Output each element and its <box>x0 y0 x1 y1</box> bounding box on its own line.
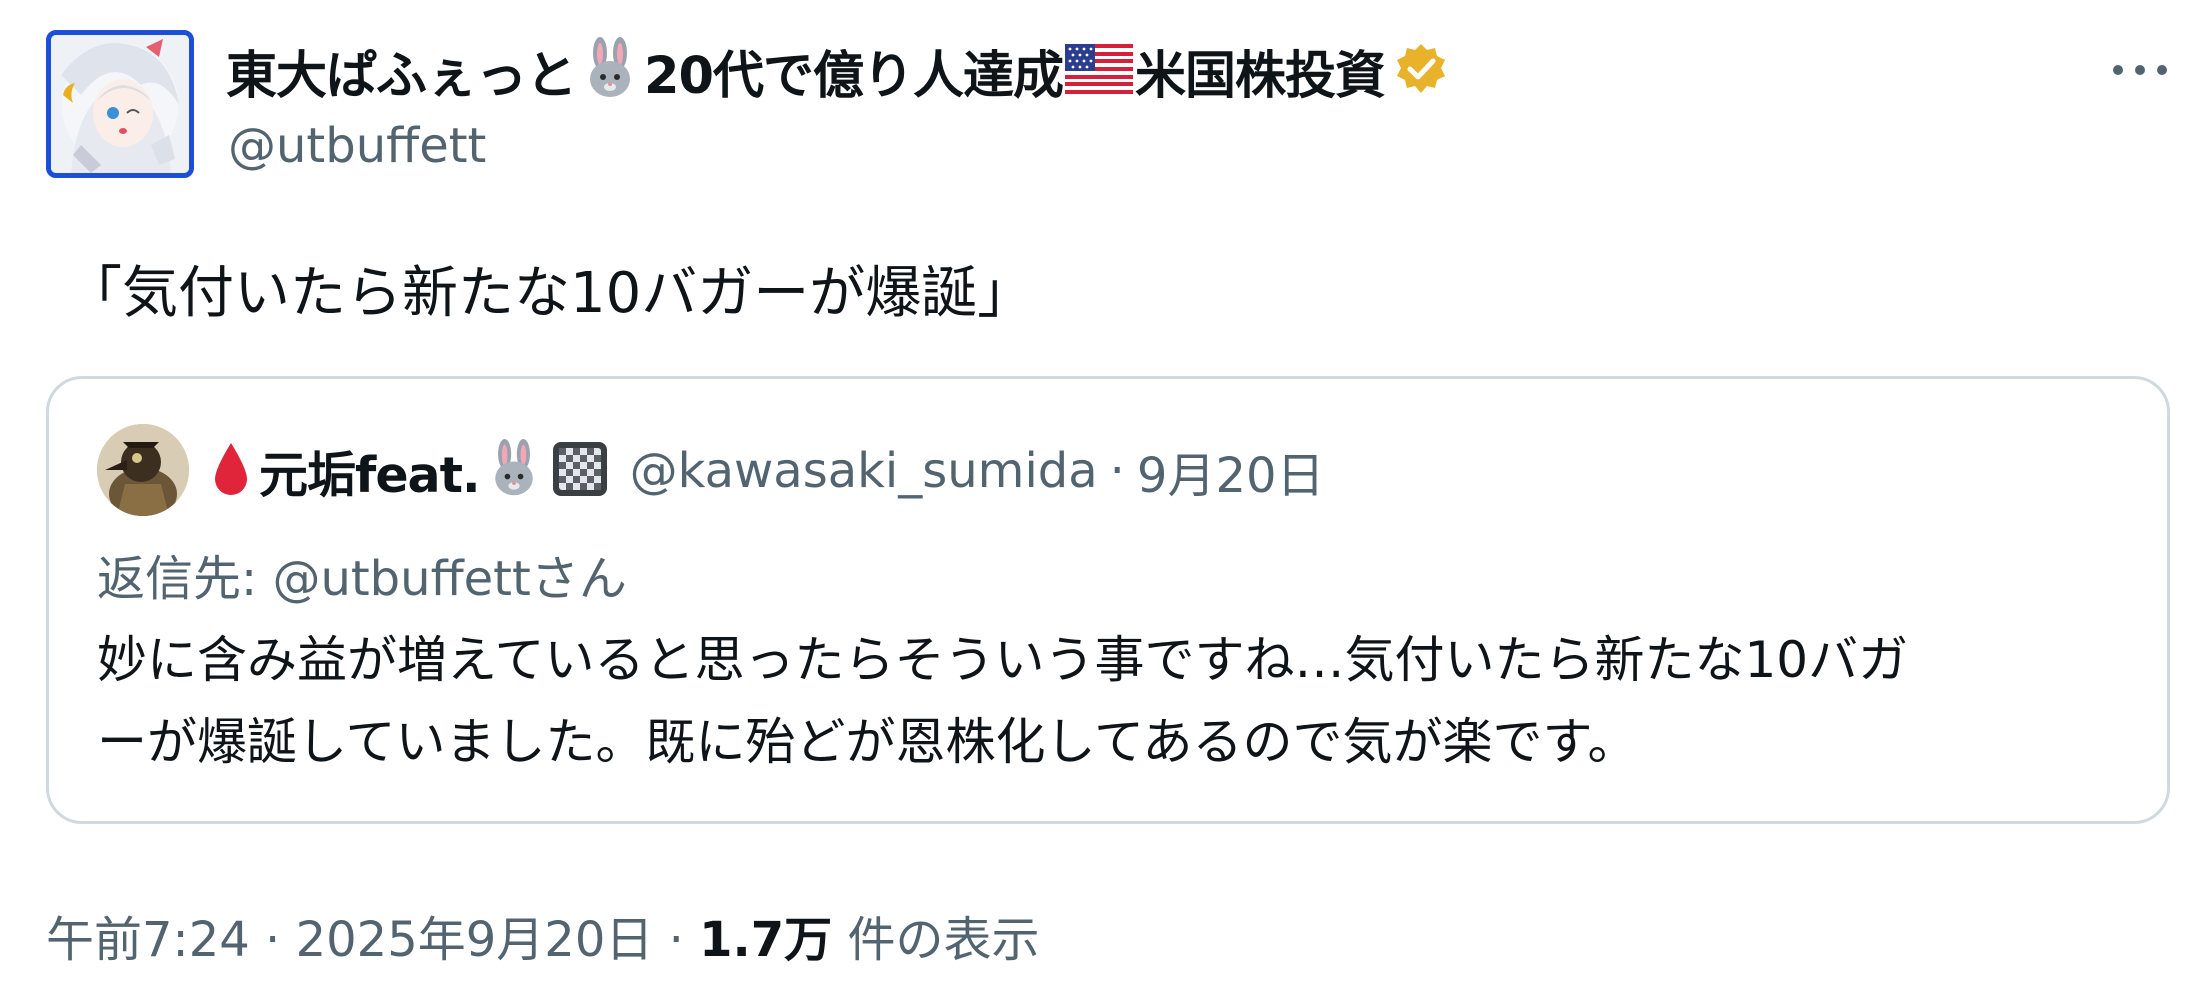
anime-girl-avatar-icon <box>51 35 189 173</box>
quote-author-avatar[interactable] <box>97 424 189 516</box>
quote-body-line-2: ーが爆誕していました。既に殆どが恩株化してあるので気が楽です。 <box>97 713 1638 771</box>
quote-author-name[interactable]: 元垢feat. <box>259 436 481 507</box>
views-label: 件の表示 <box>832 912 1040 968</box>
quote-date[interactable]: 9月20日 <box>1137 436 1325 506</box>
quote-body: 妙に含み益が増えていると思ったらそういう事ですね…気付いたら新たな10バガ ーが… <box>97 619 2137 783</box>
meta-separator: · <box>249 912 296 968</box>
more-options-button[interactable] <box>2100 40 2180 100</box>
plague-doctor-avatar-icon <box>97 424 189 516</box>
reply-to-line: 返信先: @utbuffettさん <box>97 539 627 609</box>
author-name-line[interactable]: 東大ぱふぇっと 20代で億り人達成 米国株投資 <box>226 36 1451 106</box>
views-count[interactable]: 1.7万 <box>699 912 832 968</box>
tweet-time[interactable]: 午前7:24 <box>46 912 250 968</box>
tweet-text: 「気付いたら新たな10バガーが爆誕」 <box>66 261 1034 326</box>
meta-separator: · <box>653 912 700 968</box>
blood-drop-icon <box>211 441 251 501</box>
tweet-meta: 午前7:24 · 2025年9月20日 · 1.7万 件の表示 <box>46 900 1039 970</box>
tweet-date[interactable]: 2025年9月20日 <box>296 912 654 968</box>
reply-handle[interactable]: @utbuffett <box>272 551 530 607</box>
author-name-part1[interactable]: 東大ぱふぇっと <box>226 34 577 108</box>
rabbit-icon <box>578 37 642 105</box>
us-flag-icon <box>1065 44 1133 98</box>
author-name-part2[interactable]: 20代で億り人達成 <box>644 34 1064 108</box>
reply-suffix: さん <box>530 551 627 607</box>
author-handle[interactable]: @utbuffett <box>228 118 486 174</box>
quote-header: 元垢feat. @kawasaki_sumida · 9月20日 <box>209 435 1325 507</box>
verified-badge-icon <box>1393 41 1449 101</box>
reply-prefix: 返信先: <box>97 551 273 607</box>
more-dots-icon <box>2113 65 2167 75</box>
author-name-part3[interactable]: 米国株投資 <box>1135 34 1386 108</box>
checkered-square-icon <box>550 439 610 503</box>
tweet-container: 東大ぱふぇっと 20代で億り人達成 米国株投資 @utbuffett 「気付いた… <box>0 0 2207 994</box>
quote-body-line-1: 妙に含み益が増えていると思ったらそういう事ですね…気付いたら新たな10バガ <box>97 631 1909 689</box>
quoted-tweet-card[interactable]: 元垢feat. @kawasaki_sumida · 9月20日 返信先: @u… <box>46 376 2170 824</box>
quote-separator: · <box>1109 443 1125 499</box>
quote-author-handle[interactable]: @kawasaki_sumida <box>630 443 1098 499</box>
rabbit-icon <box>484 439 544 503</box>
author-avatar[interactable] <box>46 30 194 178</box>
